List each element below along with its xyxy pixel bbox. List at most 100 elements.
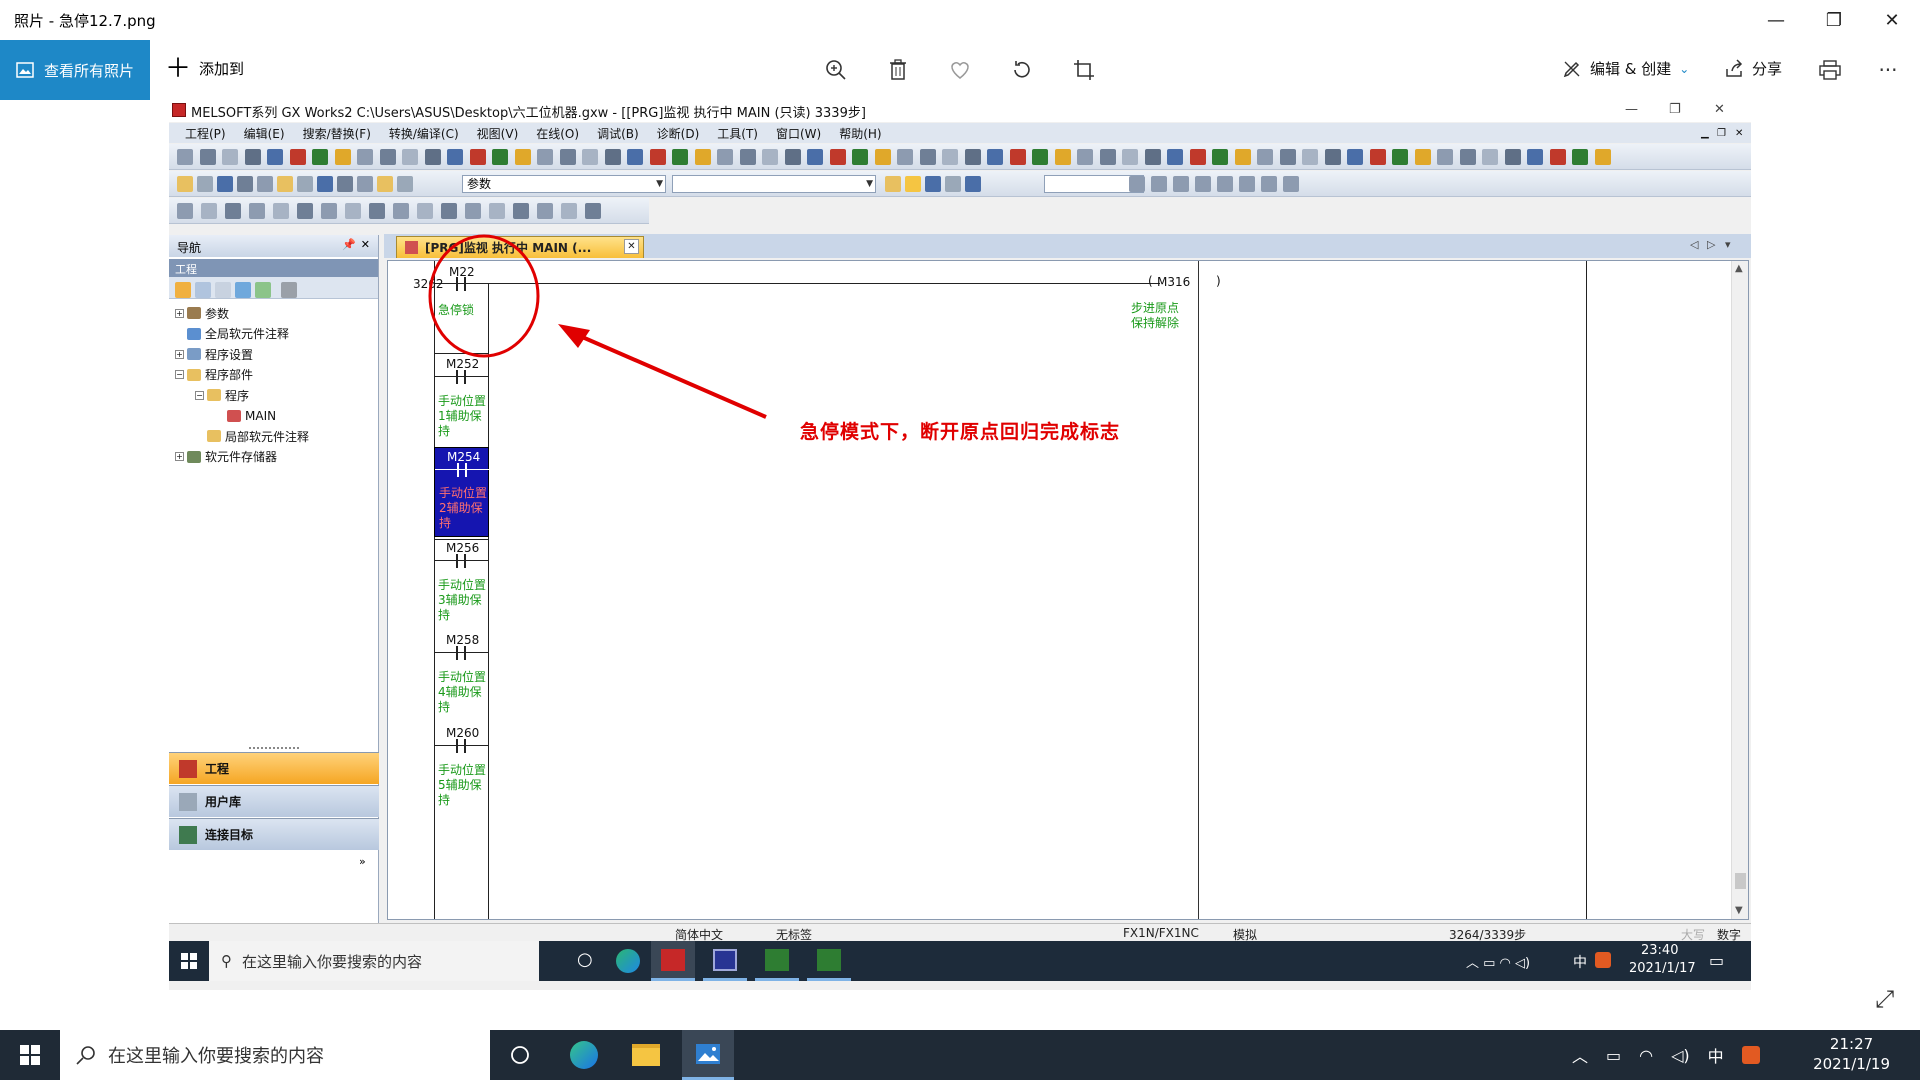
- menu-edit[interactable]: 编辑(E): [244, 125, 285, 142]
- toolbar-button-icon[interactable]: [199, 149, 216, 165]
- toolbar-button-icon[interactable]: [357, 176, 373, 192]
- volume-icon[interactable]: ◁): [1671, 1046, 1690, 1065]
- toolbar-button-icon[interactable]: [582, 149, 598, 165]
- parameter-combo[interactable]: 参数 ▼: [462, 175, 666, 193]
- toolbar-button-icon[interactable]: [942, 149, 958, 165]
- mdi-restore-icon[interactable]: ❐: [1717, 128, 1726, 139]
- toolbar-button-icon[interactable]: [1572, 149, 1588, 165]
- taskbar-edge-button[interactable]: [558, 1030, 610, 1080]
- tree-item-parameter[interactable]: + 参数: [169, 303, 378, 324]
- toolbar-button-icon[interactable]: [222, 149, 238, 165]
- toolbar-button-icon[interactable]: [1504, 149, 1521, 165]
- toolbar-button-icon[interactable]: [465, 203, 481, 219]
- delete-icon[interactable]: [882, 54, 914, 86]
- toolbar-button-icon[interactable]: [1189, 149, 1206, 165]
- toolbar-button-icon[interactable]: [217, 176, 233, 192]
- contact-m260[interactable]: M260 手动位置 5辅助保持: [434, 724, 489, 817]
- rotate-icon[interactable]: [1006, 54, 1038, 86]
- toolbar-button-icon[interactable]: [1283, 176, 1299, 192]
- toolbar-button-icon[interactable]: [694, 149, 711, 165]
- toolbar-button-icon[interactable]: [393, 203, 409, 219]
- expand-icon[interactable]: +: [175, 349, 184, 359]
- tab-list-icon[interactable]: ▾: [1725, 238, 1731, 251]
- contact-m254-selected[interactable]: M254 手动位置 2辅助保持: [434, 447, 490, 537]
- tab-left-icon[interactable]: ◁: [1690, 238, 1698, 251]
- toolbar-button-icon[interactable]: [1279, 149, 1296, 165]
- toolbar-button-icon[interactable]: [1549, 149, 1566, 165]
- toolbar-button-icon[interactable]: [1167, 149, 1183, 165]
- tray-chevron-icon[interactable]: ︿: [1572, 1043, 1588, 1067]
- toolbar-button-icon[interactable]: [345, 203, 361, 219]
- toolbar-button-icon[interactable]: [1009, 149, 1026, 165]
- toolbar-button-icon[interactable]: [925, 176, 941, 192]
- nav-button-connection[interactable]: 连接目标: [169, 818, 379, 850]
- menu-tools[interactable]: 工具(T): [717, 125, 758, 142]
- menu-view[interactable]: 视图(V): [477, 125, 519, 142]
- coil-m316[interactable]: ( M316 ): [1148, 273, 1228, 293]
- toolbar-button-icon[interactable]: [469, 149, 486, 165]
- taskbar-explorer-button[interactable]: [620, 1030, 672, 1080]
- toolbar-button-icon[interactable]: [537, 149, 553, 165]
- toolbar-button-icon[interactable]: [987, 149, 1003, 165]
- toolbar-button-icon[interactable]: [604, 149, 621, 165]
- toolbar-button-icon[interactable]: [1212, 149, 1228, 165]
- toolbar-button-icon[interactable]: [317, 176, 333, 192]
- toolbar-button-icon[interactable]: [357, 149, 373, 165]
- toolbar-button-icon[interactable]: [237, 176, 253, 192]
- toolbar-button-icon[interactable]: [829, 149, 846, 165]
- toolbar-button-icon[interactable]: [249, 203, 265, 219]
- toolbar-button-icon[interactable]: [905, 176, 921, 192]
- scroll-down-icon[interactable]: ▼: [1735, 905, 1743, 916]
- toolbar-button-icon[interactable]: [267, 149, 283, 165]
- scroll-thumb[interactable]: [1735, 873, 1746, 889]
- collapse-icon[interactable]: −: [175, 370, 184, 380]
- toolbar-button-icon[interactable]: [649, 149, 666, 165]
- toolbar-button-icon[interactable]: [585, 203, 601, 219]
- toolbar-button-icon[interactable]: [257, 176, 273, 192]
- collapse-icon[interactable]: −: [195, 390, 204, 400]
- toolbar-button-icon[interactable]: [1077, 149, 1093, 165]
- ladder-editor[interactable]: 3262 M22 急停锁 M252 手动位置 1辅助保持 M254 手动位置 2…: [387, 260, 1749, 920]
- toolbar-button-icon[interactable]: [492, 149, 508, 165]
- nav-button-library[interactable]: 用户库: [169, 785, 379, 817]
- toolbar-button-icon[interactable]: [1347, 149, 1363, 165]
- toolbar-button-icon[interactable]: [447, 149, 463, 165]
- toolbar-button-icon[interactable]: [1099, 149, 1116, 165]
- toolbar-button-icon[interactable]: [1257, 149, 1273, 165]
- toolbar-button-icon[interactable]: [1594, 149, 1611, 165]
- toolbar-button-icon[interactable]: [1122, 149, 1138, 165]
- toolbar-button-icon[interactable]: [1129, 176, 1145, 192]
- toolbar-button-icon[interactable]: [1459, 149, 1476, 165]
- start-button[interactable]: [0, 1030, 60, 1080]
- menu-help[interactable]: 帮助(H): [839, 125, 881, 142]
- close-button[interactable]: ✕: [1866, 0, 1918, 40]
- toolbar-button-icon[interactable]: [1392, 149, 1408, 165]
- new-data-icon[interactable]: [175, 282, 191, 298]
- toolbar-button-icon[interactable]: [273, 203, 289, 219]
- toolbar-button-icon[interactable]: [945, 176, 961, 192]
- toolbar-button-icon[interactable]: [289, 149, 306, 165]
- toolbar-button-icon[interactable]: [377, 176, 393, 192]
- toolbar-button-icon[interactable]: [964, 149, 981, 165]
- taskbar-photos-button[interactable]: [682, 1030, 734, 1080]
- mdi-close-icon[interactable]: ✕: [1735, 128, 1743, 139]
- menu-find-replace[interactable]: 搜索/替换(F): [303, 125, 371, 142]
- toolbar-button-icon[interactable]: [513, 203, 529, 219]
- toolbar-button-icon[interactable]: [784, 149, 801, 165]
- taskbar-search-box[interactable]: 在这里输入你要搜索的内容: [60, 1030, 490, 1080]
- toolbar-button-icon[interactable]: [1527, 149, 1543, 165]
- menu-project[interactable]: 工程(P): [185, 125, 226, 142]
- toolbar-button-icon[interactable]: [1054, 149, 1071, 165]
- toolbar-button-icon[interactable]: [1173, 176, 1189, 192]
- toolbar-button-icon[interactable]: [197, 176, 213, 192]
- toolbar-button-icon[interactable]: [417, 203, 433, 219]
- minimize-button[interactable]: —: [1750, 0, 1802, 40]
- view-all-photos-button[interactable]: 查看所有照片: [0, 40, 150, 100]
- favorite-heart-icon[interactable]: [944, 54, 976, 86]
- toolbar-button-icon[interactable]: [334, 149, 351, 165]
- menu-diagnostics[interactable]: 诊断(D): [657, 125, 700, 142]
- print-icon[interactable]: [1814, 54, 1846, 86]
- share-button[interactable]: 分享: [1724, 58, 1782, 79]
- toolbar-button-icon[interactable]: [312, 149, 328, 165]
- toolbar-button-icon[interactable]: [852, 149, 868, 165]
